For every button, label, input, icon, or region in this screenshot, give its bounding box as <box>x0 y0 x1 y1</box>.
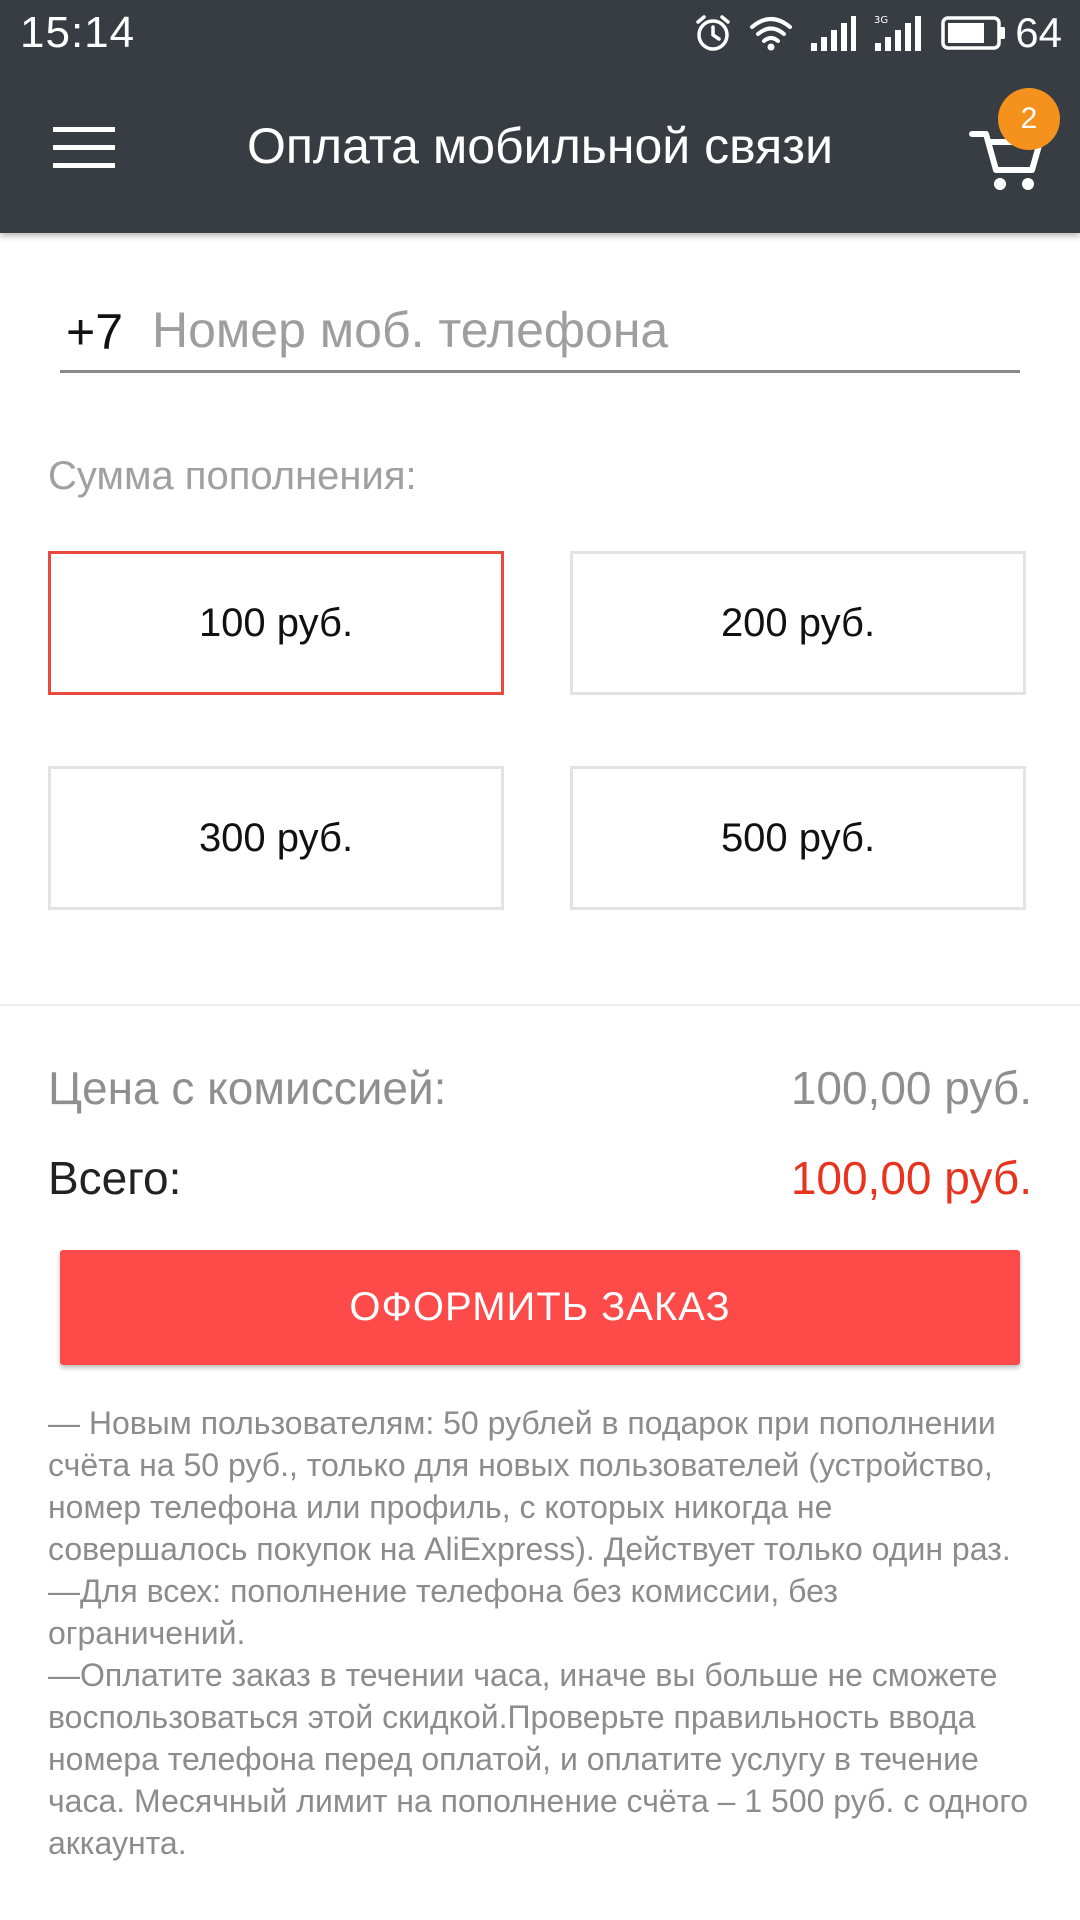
amount-option-300[interactable]: 300 руб. <box>48 766 504 910</box>
country-code-prefix: +7 <box>66 304 124 360</box>
amount-option-500[interactable]: 500 руб. <box>570 766 1026 910</box>
status-time: 15:14 <box>20 8 136 57</box>
svg-text:3G: 3G <box>874 15 888 26</box>
terms-notes: — Новым пользователям: 50 рублей в подар… <box>48 1402 1038 1864</box>
price-value: 100,00 руб. <box>790 1062 1032 1114</box>
total-row: Всего: 100,00 руб. <box>48 1148 1032 1208</box>
place-order-button[interactable]: ОФОРМИТЬ ЗАКАЗ <box>60 1250 1020 1365</box>
status-bar: 15:14 3G 64 <box>0 0 1080 66</box>
page-title: Оплата мобильной связи <box>246 118 834 174</box>
status-icons: 3G 64 <box>693 8 1062 58</box>
note-all-users: —Для всех: пополнение телефона без комис… <box>48 1573 838 1651</box>
battery-icon <box>941 15 1007 51</box>
wifi-icon <box>749 13 793 53</box>
note-new-users: — Новым пользователям: 50 рублей в подар… <box>48 1405 1011 1567</box>
phone-field: +7 <box>60 296 1020 373</box>
note-payment-deadline: —Оплатите заказ в течении часа, иначе вы… <box>48 1657 1029 1861</box>
divider <box>0 1004 1080 1006</box>
3g-signal-icon: 3G <box>873 13 925 53</box>
phone-number-input[interactable] <box>152 298 1012 362</box>
amount-option-200[interactable]: 200 руб. <box>570 551 1026 695</box>
price-with-commission-row: Цена с комиссией: 100,00 руб. <box>48 1058 1032 1118</box>
total-value: 100,00 руб. <box>790 1152 1032 1204</box>
alarm-icon <box>693 13 733 53</box>
battery-level: 64 <box>1015 9 1062 56</box>
shopping-cart-icon <box>960 131 1052 206</box>
amount-option-100[interactable]: 100 руб. <box>48 551 504 695</box>
total-label: Всего: <box>48 1152 182 1204</box>
header: 15:14 3G 64 Оплата мобильной связи 2 <box>0 0 1080 233</box>
price-label: Цена с комиссией: <box>48 1062 447 1114</box>
cart-count-badge: 2 <box>998 88 1060 150</box>
amount-label: Сумма пополнения: <box>48 454 417 498</box>
app-bar: Оплата мобильной связи 2 <box>0 66 1080 233</box>
signal-icon <box>809 13 857 53</box>
